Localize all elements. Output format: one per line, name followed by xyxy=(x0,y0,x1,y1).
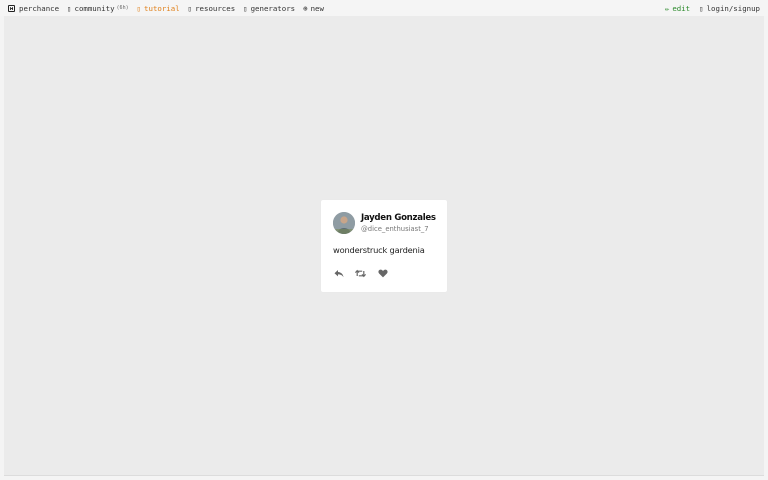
reply-icon[interactable] xyxy=(333,268,344,278)
community-count: (6h) xyxy=(116,5,129,11)
nav-community-label: community xyxy=(74,3,115,13)
nav-tutorial-label: tutorial xyxy=(144,3,180,13)
nav-login[interactable]: ▯ login/signup xyxy=(699,4,760,13)
generator-output-area: Jayden Gonzales @dice_enthusiast_7 wonde… xyxy=(4,16,764,476)
avatar xyxy=(333,212,355,234)
nav-community[interactable]: ▯ community (6h) xyxy=(67,4,129,13)
nav-edit-label: edit xyxy=(672,3,691,13)
plus-circle-icon: ⊕ xyxy=(303,3,308,13)
die-icon xyxy=(8,4,15,12)
heart-icon[interactable] xyxy=(377,268,388,278)
pencil-icon: ✏ xyxy=(664,3,670,13)
nav-login-label: login/signup xyxy=(706,3,760,13)
nav-right: ✏ edit ▯ login/signup xyxy=(656,4,768,13)
nav-generators-label: generators xyxy=(250,3,296,13)
nav-left: perchance ▯ community (6h) ▯ tutorial ▯ … xyxy=(0,4,332,13)
post-text: wonderstruck gardenia xyxy=(333,245,425,255)
retweet-icon[interactable] xyxy=(355,268,366,278)
nav-resources[interactable]: ▯ resources xyxy=(188,4,236,13)
top-nav-bar: perchance ▯ community (6h) ▯ tutorial ▯ … xyxy=(0,0,768,16)
user-name: Jayden Gonzales xyxy=(361,213,436,223)
tweet-card: Jayden Gonzales @dice_enthusiast_7 wonde… xyxy=(321,200,447,292)
user-handle: @dice_enthusiast_7 xyxy=(361,225,429,233)
comment-icon: ▯ xyxy=(67,3,72,13)
nav-tutorial[interactable]: ▯ tutorial xyxy=(137,4,180,13)
graduation-icon: ▯ xyxy=(136,3,142,13)
nav-perchance-label: perchance xyxy=(19,3,60,13)
nav-edit[interactable]: ✏ edit xyxy=(665,4,690,13)
grid-icon: ▯ xyxy=(243,3,248,13)
nav-resources-label: resources xyxy=(195,3,236,13)
post-actions xyxy=(333,268,399,278)
nav-generators[interactable]: ▯ generators xyxy=(243,4,295,13)
user-icon: ▯ xyxy=(699,3,704,13)
nav-new-label: new xyxy=(310,3,324,13)
nav-perchance[interactable]: perchance xyxy=(8,4,59,13)
nav-new[interactable]: ⊕ new xyxy=(303,4,324,13)
book-icon: ▯ xyxy=(187,3,193,13)
